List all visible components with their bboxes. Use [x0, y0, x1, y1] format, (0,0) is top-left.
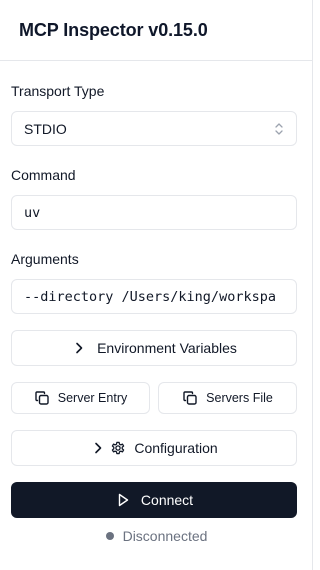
header: MCP Inspector v0.15.0 [0, 0, 312, 61]
copy-icon [183, 391, 197, 405]
play-icon [118, 493, 129, 507]
servers-file-button[interactable]: Servers File [158, 382, 297, 414]
command-input[interactable]: uv [11, 195, 297, 230]
environment-variables-label: Environment Variables [97, 340, 237, 356]
sidebar-panel: MCP Inspector v0.15.0 Transport Type STD… [0, 0, 313, 570]
arguments-value: --directory /Users/king/workspa [24, 288, 276, 305]
arguments-label: Arguments [11, 251, 79, 267]
gear-icon [112, 441, 125, 455]
status-text: Disconnected [122, 528, 208, 544]
app-title: MCP Inspector v0.15.0 [19, 20, 208, 40]
status-dot-icon [105, 532, 114, 540]
servers-file-label: Servers File [206, 391, 273, 405]
chevron-right-icon [76, 342, 83, 354]
command-label: Command [11, 167, 76, 183]
configuration-label: Configuration [134, 440, 218, 456]
connect-label: Connect [140, 492, 194, 508]
environment-variables-button[interactable]: Environment Variables [11, 330, 297, 366]
arguments-input[interactable]: --directory /Users/king/workspa [11, 279, 297, 314]
transport-type-select[interactable]: STDIO [11, 111, 297, 146]
command-value: uv [24, 204, 41, 221]
chevrons-up-down-icon [275, 123, 283, 135]
server-entry-label: Server Entry [57, 391, 128, 405]
chevron-right-icon [95, 442, 102, 454]
transport-type-label: Transport Type [11, 83, 105, 99]
copy-icon [35, 391, 49, 405]
server-entry-button[interactable]: Server Entry [11, 382, 150, 414]
connect-button[interactable]: Connect [11, 482, 297, 518]
connection-status: Disconnected [0, 528, 313, 544]
configuration-button[interactable]: Configuration [11, 430, 297, 466]
transport-type-value: STDIO [24, 120, 67, 137]
